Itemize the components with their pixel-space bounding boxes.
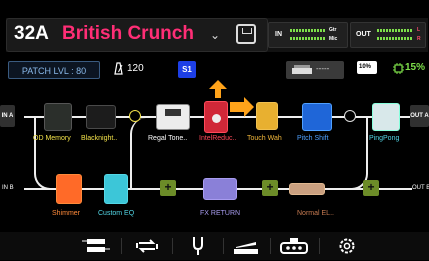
loop-icon[interactable] — [133, 236, 161, 256]
block-label: Normal EL.. — [297, 210, 334, 217]
preset-name: British Crunch — [62, 23, 194, 44]
input-meter-label: IN — [275, 31, 282, 38]
block-pingpong[interactable] — [372, 103, 400, 131]
toolbar-divider — [319, 238, 320, 254]
cpu-usage: 15% — [405, 62, 426, 73]
block-label: OD Memory — [33, 135, 71, 142]
block-normal-el[interactable] — [289, 183, 325, 195]
input-b[interactable]: IN B — [2, 184, 14, 193]
block-label: Blacknight.. — [81, 135, 118, 142]
block-label: Touch Wah — [247, 135, 282, 142]
mix-node[interactable] — [344, 110, 356, 122]
input-meter-bar-2 — [290, 37, 326, 40]
block-touch-wah[interactable] — [256, 102, 278, 130]
bottom-toolbar — [0, 232, 429, 260]
block-intelreduc[interactable] — [204, 101, 228, 133]
block-regal-tone[interactable] — [156, 104, 190, 130]
output-meter-label: OUT — [356, 31, 371, 38]
output-meter-bar-2 — [377, 37, 413, 40]
toolbar-divider — [223, 238, 224, 254]
output-channel-2: R — [417, 36, 421, 42]
split-node[interactable] — [129, 110, 141, 122]
split-connector-left — [130, 118, 156, 188]
block-label: FX RETURN — [200, 210, 241, 217]
add-block-button[interactable]: + — [160, 180, 176, 196]
battery-icon: 10% — [357, 61, 377, 74]
output-b[interactable]: OUT B — [412, 184, 429, 193]
block-label: PingPong — [369, 135, 400, 142]
cpu-icon — [393, 61, 404, 74]
block-blacknight[interactable] — [86, 105, 116, 129]
output-channel-1: L — [417, 27, 421, 33]
block-label: Custom EQ — [98, 210, 135, 217]
block-label: Regal Tone.. — [148, 135, 188, 142]
scene-button[interactable]: S1 — [178, 61, 196, 78]
input-a[interactable]: IN A — [0, 105, 15, 127]
block-label: Pitch Shift — [297, 135, 329, 142]
toolbar-divider — [270, 238, 271, 254]
block-fx-return[interactable] — [203, 178, 237, 200]
input-channel-2: Mic — [329, 36, 338, 42]
block-shimmer[interactable] — [56, 174, 82, 204]
add-block-button[interactable]: + — [262, 180, 278, 196]
block-od-memory[interactable] — [44, 103, 72, 131]
save-icon[interactable] — [236, 24, 256, 44]
toolbar-divider — [172, 238, 173, 254]
output-meter-bar-1 — [377, 29, 413, 32]
amp-icon — [292, 65, 312, 74]
block-label: Shimmer — [52, 210, 81, 217]
tuner-fork-icon[interactable] — [184, 236, 212, 256]
routing-icon[interactable] — [82, 236, 110, 256]
battery-level: 10% — [359, 64, 372, 70]
footswitch-icon[interactable] — [279, 236, 308, 256]
patch-level-button[interactable]: PATCH LVL : 80 — [8, 61, 100, 79]
metronome-icon[interactable] — [113, 62, 124, 75]
tuner-display: ----- — [316, 64, 330, 73]
tuner-button[interactable]: ----- — [286, 61, 344, 79]
preset-number: 32A — [14, 23, 49, 44]
input-meter: IN Gtr Mic — [268, 22, 348, 48]
move-right-arrow-icon[interactable] — [230, 97, 254, 117]
block-pitch-shift[interactable] — [302, 103, 332, 131]
move-up-arrow-icon[interactable] — [209, 80, 227, 98]
expression-pedal-icon[interactable] — [232, 236, 260, 256]
input-channel-1: Gtr — [329, 27, 337, 33]
add-block-button[interactable]: + — [363, 180, 379, 196]
settings-icon[interactable] — [333, 236, 361, 256]
block-label: IntelReduc.. — [199, 135, 237, 142]
tempo-value[interactable]: 120 — [127, 63, 144, 74]
input-meter-bar-1 — [290, 29, 326, 32]
block-custom-eq[interactable] — [104, 174, 128, 204]
output-a[interactable]: OUT A — [410, 105, 429, 127]
chevron-down-icon[interactable]: ⌄ — [210, 28, 220, 42]
toolbar-divider — [121, 238, 122, 254]
output-meter: OUT L R — [350, 22, 426, 48]
